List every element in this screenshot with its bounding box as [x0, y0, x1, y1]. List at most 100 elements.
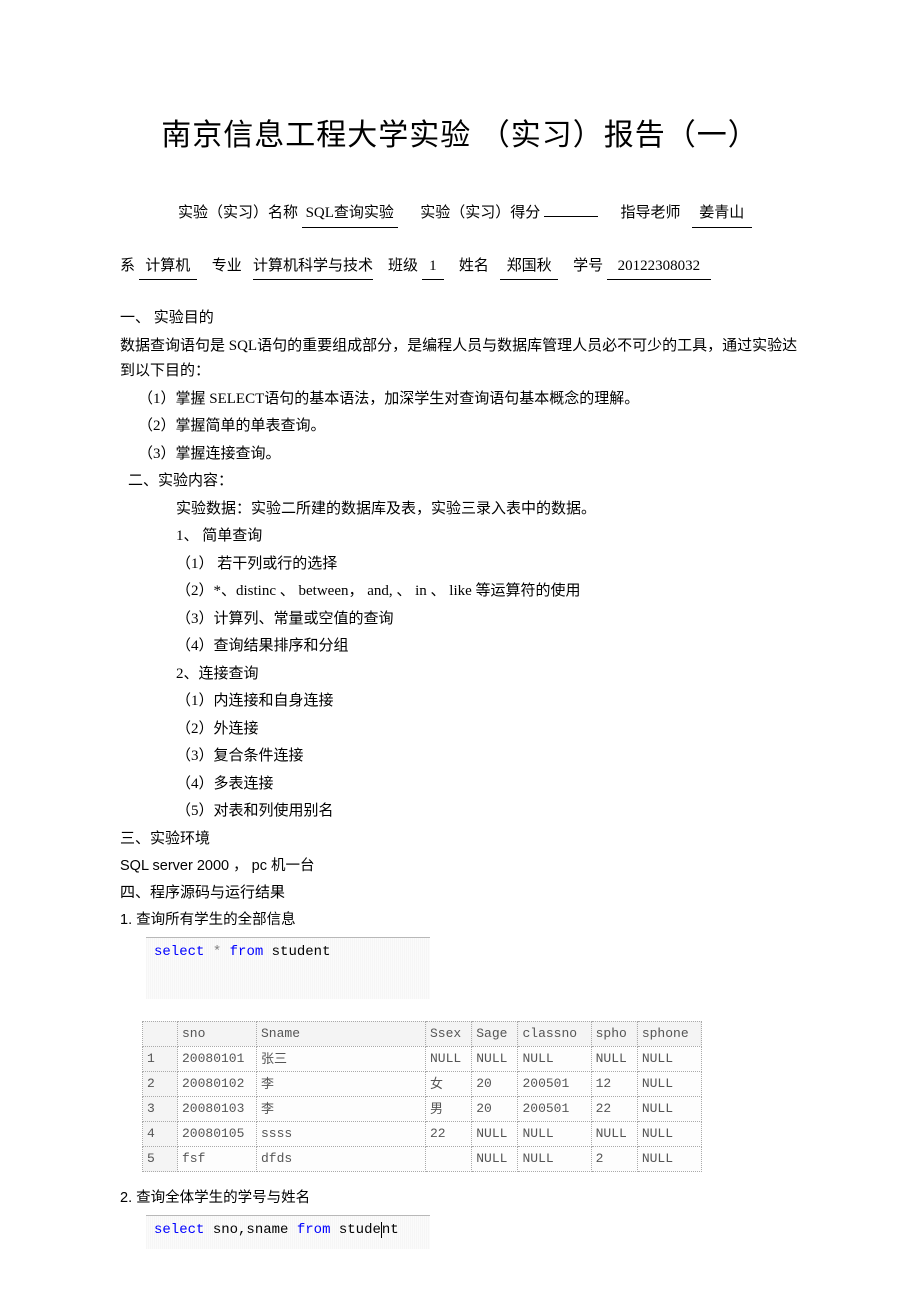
- table-cell: 200501: [518, 1096, 591, 1121]
- sno-label: 学号: [573, 258, 603, 274]
- table-row: 120080101张三NULLNULLNULLNULLNULL: [143, 1046, 702, 1071]
- kw-from-2: from: [297, 1222, 331, 1238]
- class-label: 班级: [388, 258, 418, 274]
- section-1-para: 数据查询语句是 SQL语句的重要组成部分，是编程人员与数据库管理人员必不可少的工…: [120, 334, 800, 385]
- table-cell: NULL: [518, 1147, 591, 1172]
- table-row: 420080105ssss22NULLNULLNULLNULL: [143, 1121, 702, 1146]
- table-cell: 李: [257, 1096, 426, 1121]
- section-1-heading: 一、 实验目的: [120, 306, 800, 332]
- s4-q1: 1. 查询所有学生的全部信息: [120, 908, 800, 933]
- table-cell: 3: [143, 1096, 178, 1121]
- s1-item-3: （3）掌握连接查询。: [120, 442, 800, 468]
- table-header-row: sno Sname Ssex Sage classno spho sphone: [143, 1021, 702, 1046]
- result-table-1: sno Sname Ssex Sage classno spho sphone …: [142, 1021, 702, 1173]
- section-3-para: SQL server 2000 ， pc 机一台: [120, 854, 800, 879]
- name-label: 实验（实习）名称: [178, 205, 298, 221]
- major-label: 专业: [212, 258, 242, 274]
- table-cell: 5: [143, 1147, 178, 1172]
- table-cell: [426, 1147, 472, 1172]
- table-cell: NULL: [472, 1147, 518, 1172]
- meta-line-2: 系 计算机 专业 计算机科学与技术 班级 1 姓名 郑国秋 学号 2012230…: [120, 254, 800, 281]
- table-cell: 200501: [518, 1071, 591, 1096]
- table-cell: NULL: [518, 1121, 591, 1146]
- table-cell: NULL: [591, 1121, 637, 1146]
- kw-table: student: [272, 944, 331, 960]
- table-cell: 张三: [257, 1046, 426, 1071]
- table-cell: NULL: [518, 1046, 591, 1071]
- table-cell: NULL: [637, 1046, 701, 1071]
- stuname-value: 郑国秋: [500, 254, 558, 281]
- page-title: 南京信息工程大学实验 （实习）报告（一）: [120, 110, 800, 161]
- section-2-heading: 二、实验内容：: [120, 469, 800, 495]
- th-ssex: Ssex: [426, 1021, 472, 1046]
- s2-q2-1: （1）内连接和自身连接: [120, 689, 800, 715]
- table-cell: ssss: [257, 1121, 426, 1146]
- meta-line-1: 实验（实习）名称 SQL查询实验 实验（实习）得分 指导老师 姜青山: [120, 201, 800, 228]
- table-cell: 20080101: [178, 1046, 257, 1071]
- s2-q2-4: （4）多表连接: [120, 772, 800, 798]
- teacher-label: 指导老师: [621, 205, 681, 221]
- section-2-para: 实验数据：实验二所建的数据库及表，实验三录入表中的数据。: [120, 497, 800, 523]
- score-label: 实验（实习）得分: [420, 205, 540, 221]
- content: 一、 实验目的 数据查询语句是 SQL语句的重要组成部分，是编程人员与数据库管理…: [120, 306, 800, 1249]
- s2-q1-2: （2）*、distinc 、 between， and, 、 in 、 like…: [120, 579, 800, 605]
- s2-q2-2: （2）外连接: [120, 717, 800, 743]
- table-row: 5fsfdfdsNULLNULL2NULL: [143, 1147, 702, 1172]
- s2-q2-heading: 2、连接查询: [120, 662, 800, 688]
- table-cell: 男: [426, 1096, 472, 1121]
- th-blank: [143, 1021, 178, 1046]
- score-value: [544, 216, 598, 217]
- table-cell: 李: [257, 1071, 426, 1096]
- class-value: 1: [422, 254, 444, 281]
- th-sname: Sname: [257, 1021, 426, 1046]
- th-classno: classno: [518, 1021, 591, 1046]
- sql-code-1: select * from student: [146, 937, 430, 999]
- table-cell: 1: [143, 1046, 178, 1071]
- s2-q1-4: （4）查询结果排序和分组: [120, 634, 800, 660]
- table-cell: fsf: [178, 1147, 257, 1172]
- th-sphone: sphone: [637, 1021, 701, 1046]
- sql-code-2: select sno,sname from student: [146, 1215, 430, 1249]
- table-cell: NULL: [472, 1046, 518, 1071]
- kw-select-2: select: [154, 1222, 204, 1238]
- table-cell: NULL: [472, 1121, 518, 1146]
- s1-item-2: （2）掌握简单的单表查询。: [120, 414, 800, 440]
- table-cell: NULL: [426, 1046, 472, 1071]
- table-cell: 12: [591, 1071, 637, 1096]
- table-cell: 20080103: [178, 1096, 257, 1121]
- s2-q1-1: （1） 若干列或行的选择: [120, 552, 800, 578]
- table-cell: 20080105: [178, 1121, 257, 1146]
- s2-q1-3: （3）计算列、常量或空值的查询: [120, 607, 800, 633]
- table-cell: 20080102: [178, 1071, 257, 1096]
- name-value: SQL查询实验: [302, 201, 398, 228]
- th-spho: spho: [591, 1021, 637, 1046]
- table-cell: 20: [472, 1071, 518, 1096]
- page: 南京信息工程大学实验 （实习）报告（一） 实验（实习）名称 SQL查询实验 实验…: [0, 0, 920, 1311]
- kw-table-2a: stude: [339, 1222, 381, 1238]
- table-cell: 4: [143, 1121, 178, 1146]
- s1-item-1: （1）掌握 SELECT语句的基本语法，加深学生对查询语句基本概念的理解。: [120, 387, 800, 413]
- table-cell: NULL: [637, 1121, 701, 1146]
- kw-table-2b: n: [381, 1222, 390, 1238]
- table-cell: 22: [426, 1121, 472, 1146]
- kw-select: select: [154, 944, 204, 960]
- dept-value: 计算机: [139, 254, 197, 281]
- kw-star: *: [213, 944, 221, 960]
- s2-q2-5: （5）对表和列使用别名: [120, 799, 800, 825]
- table-cell: NULL: [591, 1046, 637, 1071]
- table-cell: dfds: [257, 1147, 426, 1172]
- table-cell: 2: [143, 1071, 178, 1096]
- kw-cols-2: sno,sname: [213, 1222, 289, 1238]
- stuname-label: 姓名: [459, 258, 489, 274]
- table-cell: NULL: [637, 1071, 701, 1096]
- teacher-value: 姜青山: [692, 201, 752, 228]
- table-cell: 20: [472, 1096, 518, 1121]
- table-cell: 女: [426, 1071, 472, 1096]
- kw-from: from: [230, 944, 264, 960]
- section-4-heading: 四、程序源码与运行结果: [120, 881, 800, 907]
- section-3-heading: 三、实验环境: [120, 827, 800, 853]
- th-sno: sno: [178, 1021, 257, 1046]
- s4-q2: 2. 查询全体学生的学号与姓名: [120, 1186, 800, 1211]
- s2-q1-heading: 1、 简单查询: [120, 524, 800, 550]
- major-value: 计算机科学与技术: [253, 254, 373, 281]
